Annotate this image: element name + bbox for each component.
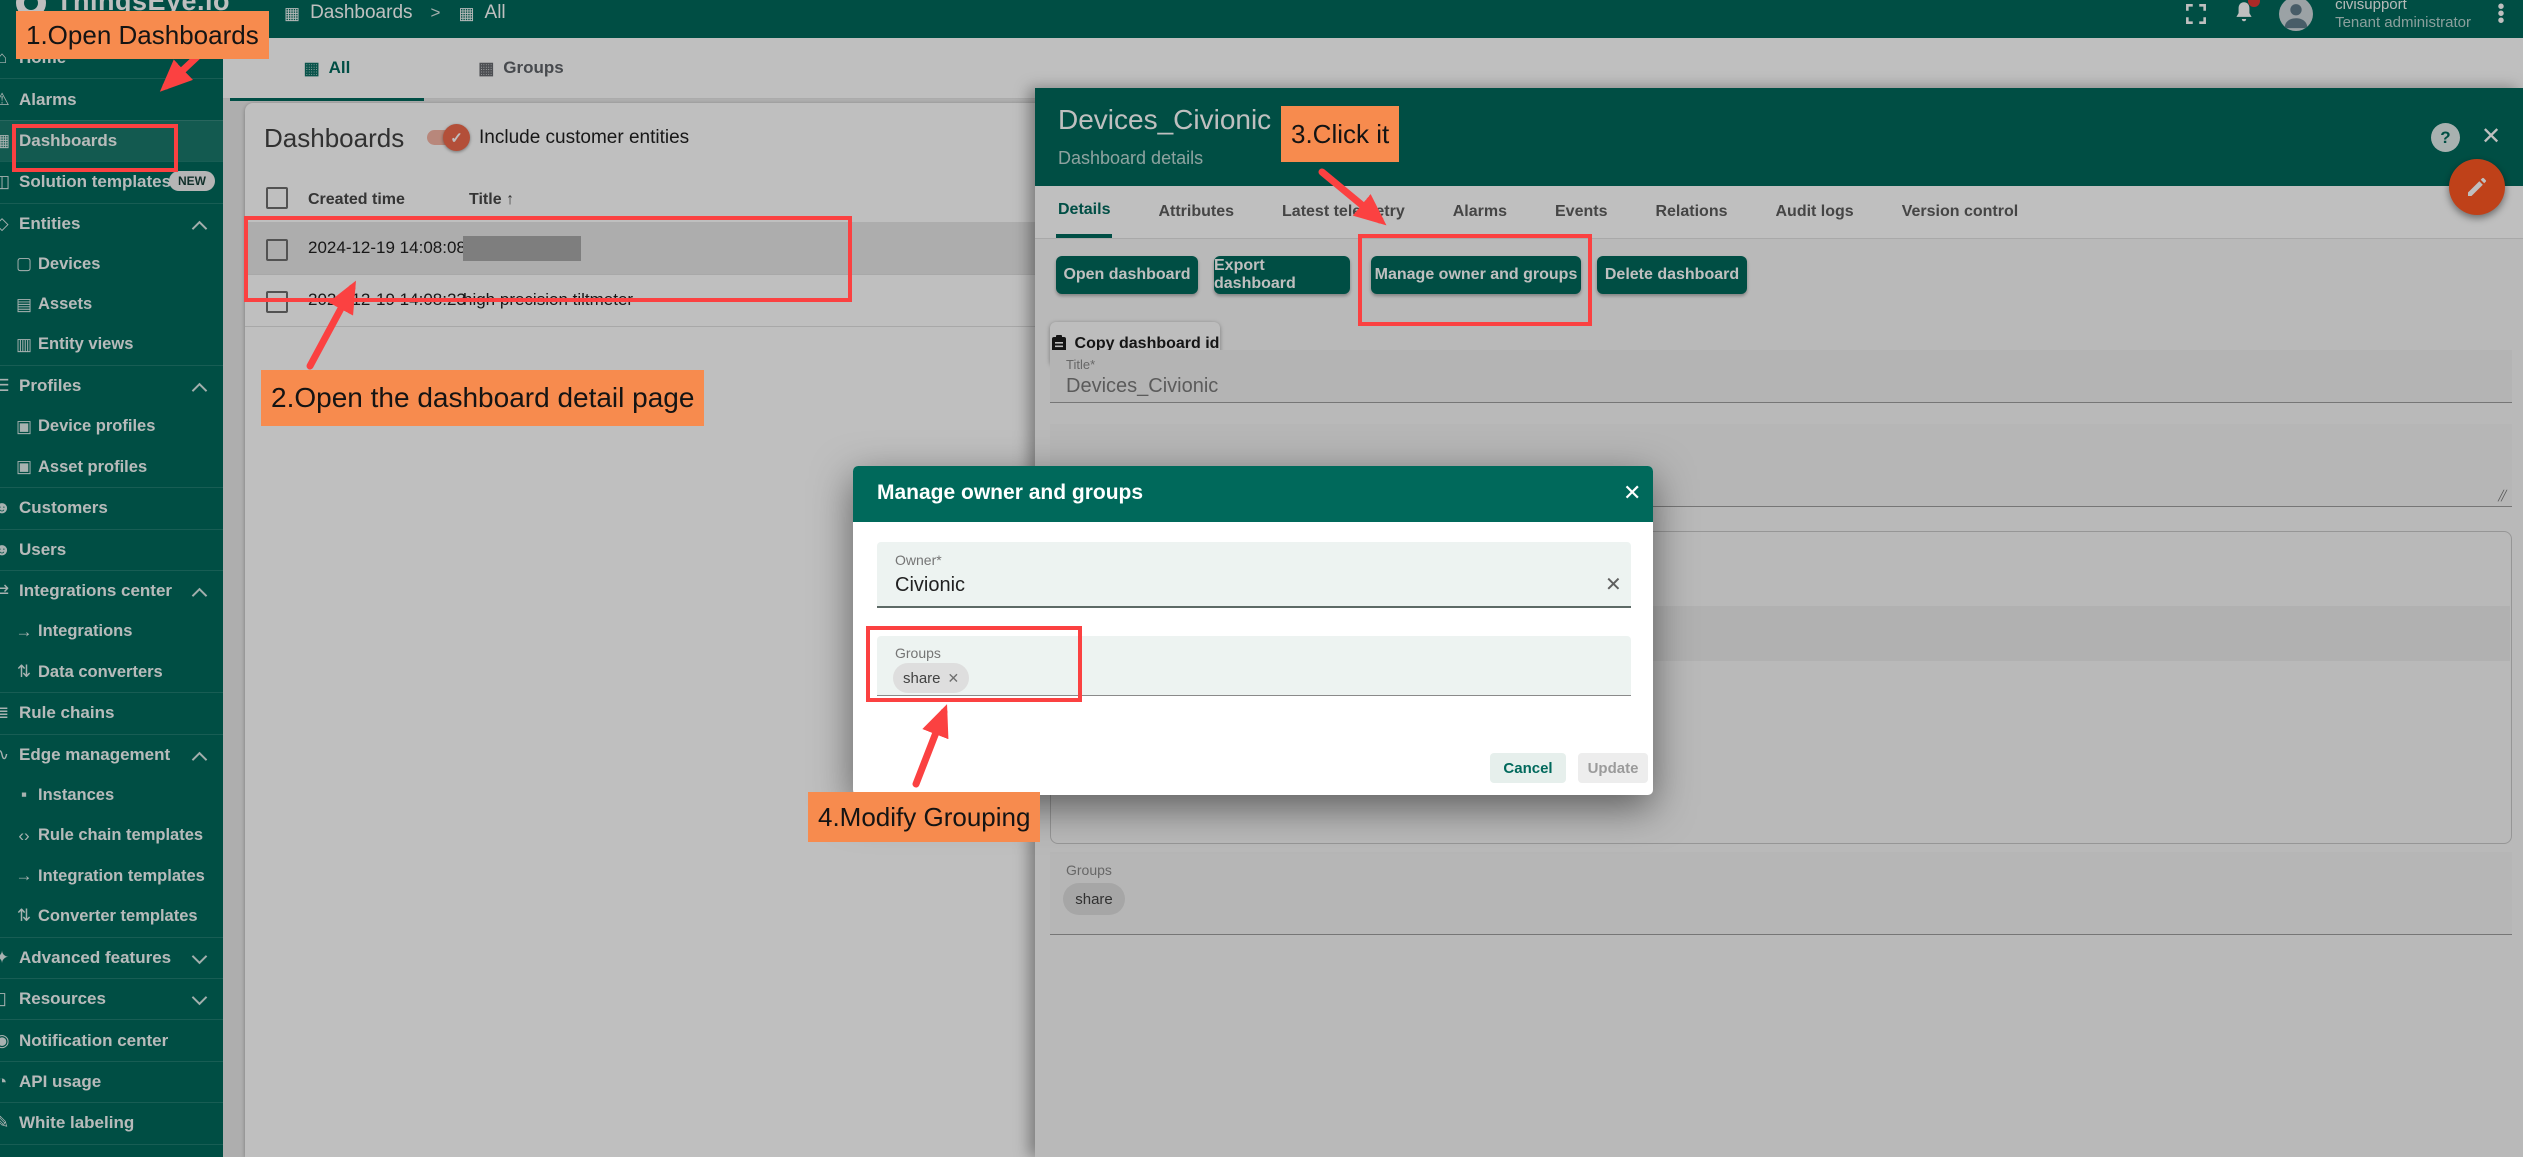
callout-step2: 2.Open the dashboard detail page: [261, 370, 704, 426]
owner-field[interactable]: Owner* Civionic ✕: [877, 542, 1631, 608]
callout-step1: 1.Open Dashboards: [16, 11, 269, 59]
update-button[interactable]: Update: [1578, 753, 1648, 783]
dialog-header: Manage owner and groups ✕: [853, 466, 1653, 522]
close-dialog-icon[interactable]: ✕: [1623, 480, 1641, 506]
owner-field-value: Civionic: [895, 574, 965, 597]
dialog-title: Manage owner and groups: [877, 481, 1143, 505]
cancel-button[interactable]: Cancel: [1490, 753, 1566, 783]
annotation-rect-dashboards: [12, 124, 178, 172]
callout-step3: 3.Click it: [1281, 106, 1399, 162]
callout-step4: 4.Modify Grouping: [808, 792, 1040, 842]
annotation-rect-manage-button: [1358, 234, 1592, 326]
annotation-rect-row: [244, 216, 852, 302]
app-root: ThingsEye.io ▦ Dashboards > ▦ All: [0, 0, 2523, 1157]
annotation-rect-groups: [866, 626, 1082, 702]
owner-field-label: Owner*: [895, 552, 942, 568]
clear-owner-icon[interactable]: ✕: [1605, 572, 1622, 597]
